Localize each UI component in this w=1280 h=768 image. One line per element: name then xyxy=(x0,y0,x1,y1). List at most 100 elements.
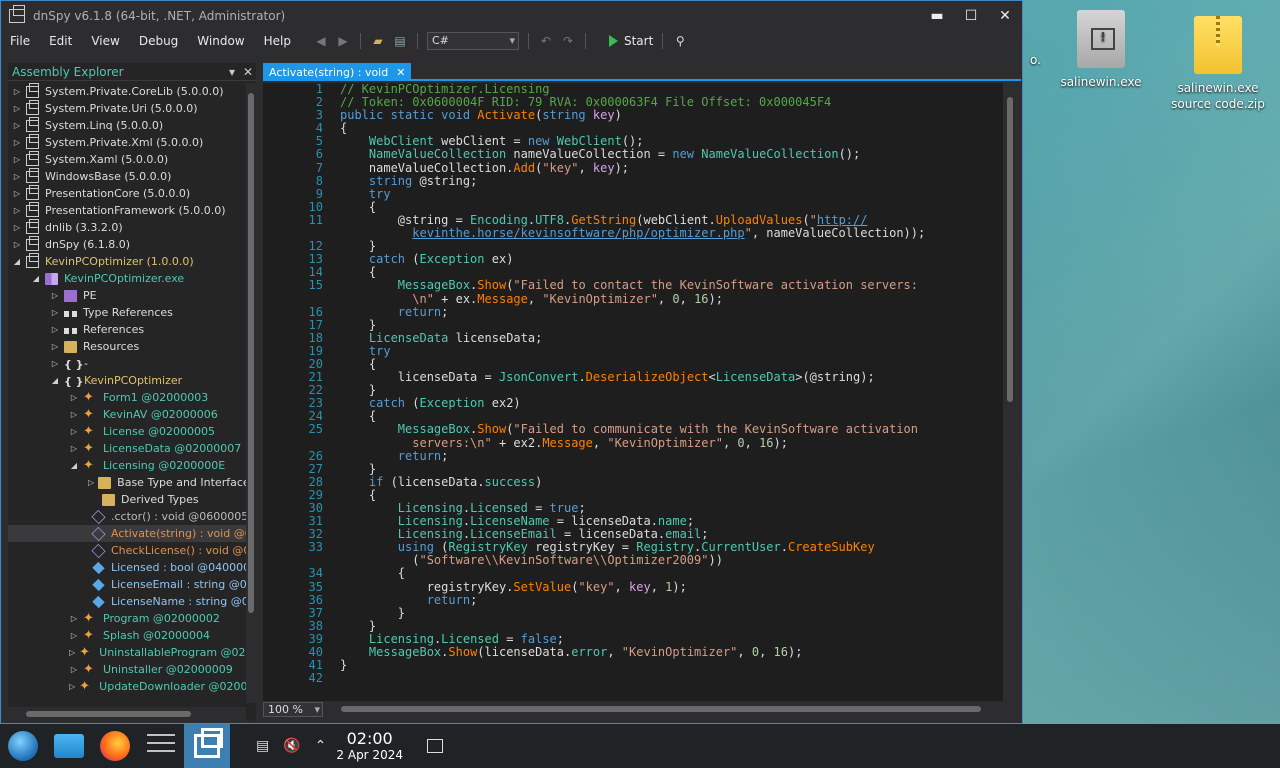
explorer-horizontal-scrollbar[interactable] xyxy=(8,707,246,721)
tree-node[interactable]: .cctor() : void @06000050 xyxy=(8,508,246,525)
maximize-button[interactable]: ☐ xyxy=(954,8,988,24)
tray-expand-icon[interactable]: ⌃ xyxy=(315,738,327,754)
tree-node[interactable]: ▷ ✦ Uninstaller @02000009 xyxy=(8,661,246,678)
tree-node[interactable]: ▷ ✦ Splash @02000004 xyxy=(8,627,246,644)
tree-node[interactable]: ▷ System.Xaml (5.0.0.0) xyxy=(8,150,246,168)
tree-node[interactable]: ▷ System.Linq (5.0.0.0) xyxy=(8,116,246,134)
tree-node[interactable]: ▷ ✦ UninstallableProgram @0200000A xyxy=(8,644,246,661)
tree-node[interactable]: ▷ References xyxy=(8,321,246,338)
tree-node[interactable]: CheckLicense() : void @0600004E xyxy=(8,542,246,559)
expand-arrow-icon[interactable]: ▷ xyxy=(69,631,79,640)
code-text[interactable]: // KevinPCOptimizer.Licensing// Token: 0… xyxy=(340,82,1000,683)
zoom-select[interactable]: 100 % xyxy=(263,701,323,717)
clock[interactable]: 02:00 2 Apr 2024 xyxy=(336,730,403,763)
tree-node[interactable]: Licensed : bool @04000025 xyxy=(8,559,246,576)
tree-node[interactable]: ▷ dnSpy (6.1.8.0) xyxy=(8,235,246,253)
expand-arrow-icon[interactable]: ▷ xyxy=(50,291,60,300)
dnspy-taskbar-button[interactable] xyxy=(184,724,230,768)
expand-arrow-icon[interactable]: ▷ xyxy=(69,393,79,402)
expand-arrow-icon[interactable]: ▷ xyxy=(12,206,22,215)
tree-node[interactable]: ▷ PE xyxy=(8,287,246,304)
tree-node[interactable]: ▷ ✦ KevinAV @02000006 xyxy=(8,406,246,423)
expand-arrow-icon[interactable]: ▷ xyxy=(12,87,22,96)
start-debug-button[interactable]: Start xyxy=(608,34,653,48)
redo-icon[interactable]: ↷ xyxy=(560,33,576,49)
tree-node[interactable]: ▷ System.Private.Uri (5.0.0.0) xyxy=(8,99,246,117)
file-manager-button[interactable] xyxy=(46,724,92,768)
navigate-forward-icon[interactable]: ▶ xyxy=(335,33,351,49)
tree-node[interactable]: Activate(string) : void @0600004F xyxy=(8,525,246,542)
tree-node[interactable]: ▷ System.Private.Xml (5.0.0.0) xyxy=(8,133,246,151)
menu-window[interactable]: Window xyxy=(188,34,254,48)
expand-arrow-icon[interactable]: ▷ xyxy=(12,172,22,181)
menu-debug[interactable]: Debug xyxy=(130,34,188,48)
expand-arrow-icon[interactable]: ▷ xyxy=(12,104,22,113)
show-desktop-icon[interactable] xyxy=(426,739,443,753)
close-button[interactable]: ✕ xyxy=(988,8,1022,24)
tree-node[interactable]: ▷ ✦ UpdateDownloader @0200000B xyxy=(8,678,246,695)
search-icon[interactable]: ⚲ xyxy=(672,33,688,49)
menu-view[interactable]: View xyxy=(82,34,129,48)
expand-arrow-icon[interactable]: ▷ xyxy=(69,427,79,436)
expand-arrow-icon[interactable]: ▷ xyxy=(12,138,22,147)
menu-file[interactable]: File xyxy=(1,34,40,48)
tab-activate[interactable]: Activate(string) : void ✕ xyxy=(263,63,412,81)
tree-node[interactable]: ◢ KevinPCOptimizer (1.0.0.0) xyxy=(8,252,246,270)
explorer-vertical-scrollbar[interactable] xyxy=(246,83,256,703)
tree-node[interactable]: ▷ ✦ License @02000005 xyxy=(8,423,246,440)
editor-vertical-scrollbar[interactable] xyxy=(1003,83,1017,701)
tree-node[interactable]: ▷ Type References xyxy=(8,304,246,321)
expand-arrow-icon[interactable]: ▷ xyxy=(88,478,94,487)
expand-arrow-icon[interactable]: ▷ xyxy=(12,240,22,249)
tree-node[interactable]: Derived Types xyxy=(8,491,246,508)
navigate-back-icon[interactable]: ◀ xyxy=(313,33,329,49)
tree-node[interactable]: ▷ dnlib (3.3.2.0) xyxy=(8,218,246,236)
panel-close-icon[interactable]: ✕ xyxy=(240,65,256,79)
tree-node[interactable]: LicenseEmail : string @04000027 xyxy=(8,576,246,593)
tree-node[interactable]: ◢ { } KevinPCOptimizer xyxy=(8,372,246,389)
expand-arrow-icon[interactable]: ▷ xyxy=(12,223,22,232)
minimize-button[interactable]: ▬ xyxy=(920,8,954,24)
expand-arrow-icon[interactable]: ▷ xyxy=(69,648,75,657)
tree-node[interactable]: ▷ Resources xyxy=(8,338,246,355)
expand-arrow-icon[interactable]: ▷ xyxy=(12,155,22,164)
expand-arrow-icon[interactable]: ▷ xyxy=(12,189,22,198)
code-editor[interactable]: 1 2 3 4 5 6 7 8 9 10 11 12 13 14 15 16 17 18 19 20 21 22 23 24 2… xyxy=(263,82,1017,701)
expand-arrow-icon[interactable]: ◢ xyxy=(50,376,60,385)
expand-arrow-icon[interactable]: ▷ xyxy=(69,444,79,453)
expand-arrow-icon[interactable]: ▷ xyxy=(50,359,60,368)
expand-arrow-icon[interactable]: ◢ xyxy=(31,274,41,283)
tree-node[interactable]: ▷ { } - xyxy=(8,355,246,372)
expand-arrow-icon[interactable]: ▷ xyxy=(50,342,60,351)
tree-node[interactable]: ▷ System.Private.CoreLib (5.0.0.0) xyxy=(8,83,246,100)
tree-node[interactable]: LicenseName : string @04000026 xyxy=(8,593,246,610)
settings-button[interactable] xyxy=(138,724,184,768)
tree-node[interactable]: ◢ ✦ Licensing @0200000E xyxy=(8,457,246,474)
tree-node[interactable]: ▷ ✦ Program @02000002 xyxy=(8,610,246,627)
chevron-down-icon[interactable]: ▾ xyxy=(224,65,240,79)
tab-close-icon[interactable]: ✕ xyxy=(396,66,405,79)
language-select[interactable]: C# xyxy=(426,32,519,50)
tree-node[interactable]: ▷ Base Type and Interfaces xyxy=(8,474,246,491)
expand-arrow-icon[interactable]: ▷ xyxy=(50,325,60,334)
expand-arrow-icon[interactable]: ◢ xyxy=(12,257,22,266)
tree-node[interactable]: ▷ PresentationFramework (5.0.0.0) xyxy=(8,201,246,219)
expand-arrow-icon[interactable]: ▷ xyxy=(50,308,60,317)
open-folder-icon[interactable]: ▰ xyxy=(370,33,386,49)
tree-node[interactable]: ▷ WindowsBase (5.0.0.0) xyxy=(8,167,246,185)
editor-horizontal-scrollbar[interactable] xyxy=(323,702,1017,716)
desktop-icon-source-zip[interactable]: salinewin.exe source code.zip xyxy=(1163,16,1273,112)
desktop-icon-salinewin-exe[interactable]: salinewin.exe xyxy=(1046,10,1156,90)
firefox-button[interactable] xyxy=(92,724,138,768)
tree-node[interactable]: ◢ KevinPCOptimizer.exe xyxy=(8,270,246,287)
tree-node[interactable]: ▷ ✦ LicenseData @02000007 xyxy=(8,440,246,457)
volume-muted-icon[interactable]: 🔇 xyxy=(283,738,300,754)
menu-edit[interactable]: Edit xyxy=(40,34,82,48)
expand-arrow-icon[interactable]: ◢ xyxy=(69,461,79,470)
expand-arrow-icon[interactable]: ▷ xyxy=(12,121,22,130)
menu-help[interactable]: Help xyxy=(255,34,301,48)
expand-arrow-icon[interactable]: ▷ xyxy=(69,614,79,623)
start-menu-button[interactable] xyxy=(0,724,46,768)
tree-node[interactable]: ▷ PresentationCore (5.0.0.0) xyxy=(8,184,246,202)
expand-arrow-icon[interactable]: ▷ xyxy=(69,665,79,674)
